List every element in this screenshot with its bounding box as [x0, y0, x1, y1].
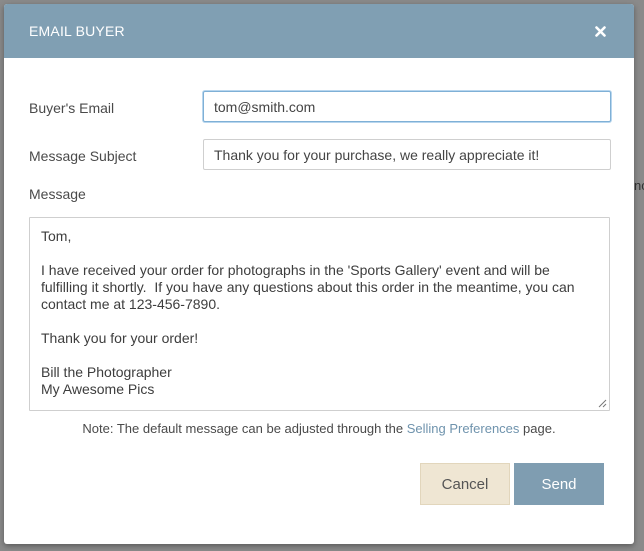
modal-header: EMAIL BUYER [4, 4, 634, 58]
selling-preferences-link[interactable]: Selling Preferences [407, 421, 520, 436]
close-button[interactable] [590, 21, 610, 41]
send-button[interactable]: Send [514, 463, 604, 505]
email-buyer-modal: EMAIL BUYER Buyer's Email Message Subjec… [4, 4, 634, 544]
background-text: no [634, 178, 644, 193]
default-message-note: Note: The default message can be adjuste… [4, 421, 634, 436]
cancel-button[interactable]: Cancel [420, 463, 510, 505]
message-subject-label: Message Subject [29, 148, 137, 164]
message-textarea[interactable] [29, 217, 610, 411]
message-label: Message [29, 186, 86, 202]
close-icon [594, 25, 606, 37]
modal-title: EMAIL BUYER [29, 23, 125, 39]
message-subject-input[interactable] [203, 139, 611, 170]
buyer-email-input[interactable] [203, 91, 611, 122]
buyer-email-label: Buyer's Email [29, 100, 115, 116]
note-prefix: Note: The default message can be adjuste… [82, 421, 407, 436]
note-suffix: page. [519, 421, 556, 436]
resize-grip-icon[interactable] [598, 399, 607, 408]
